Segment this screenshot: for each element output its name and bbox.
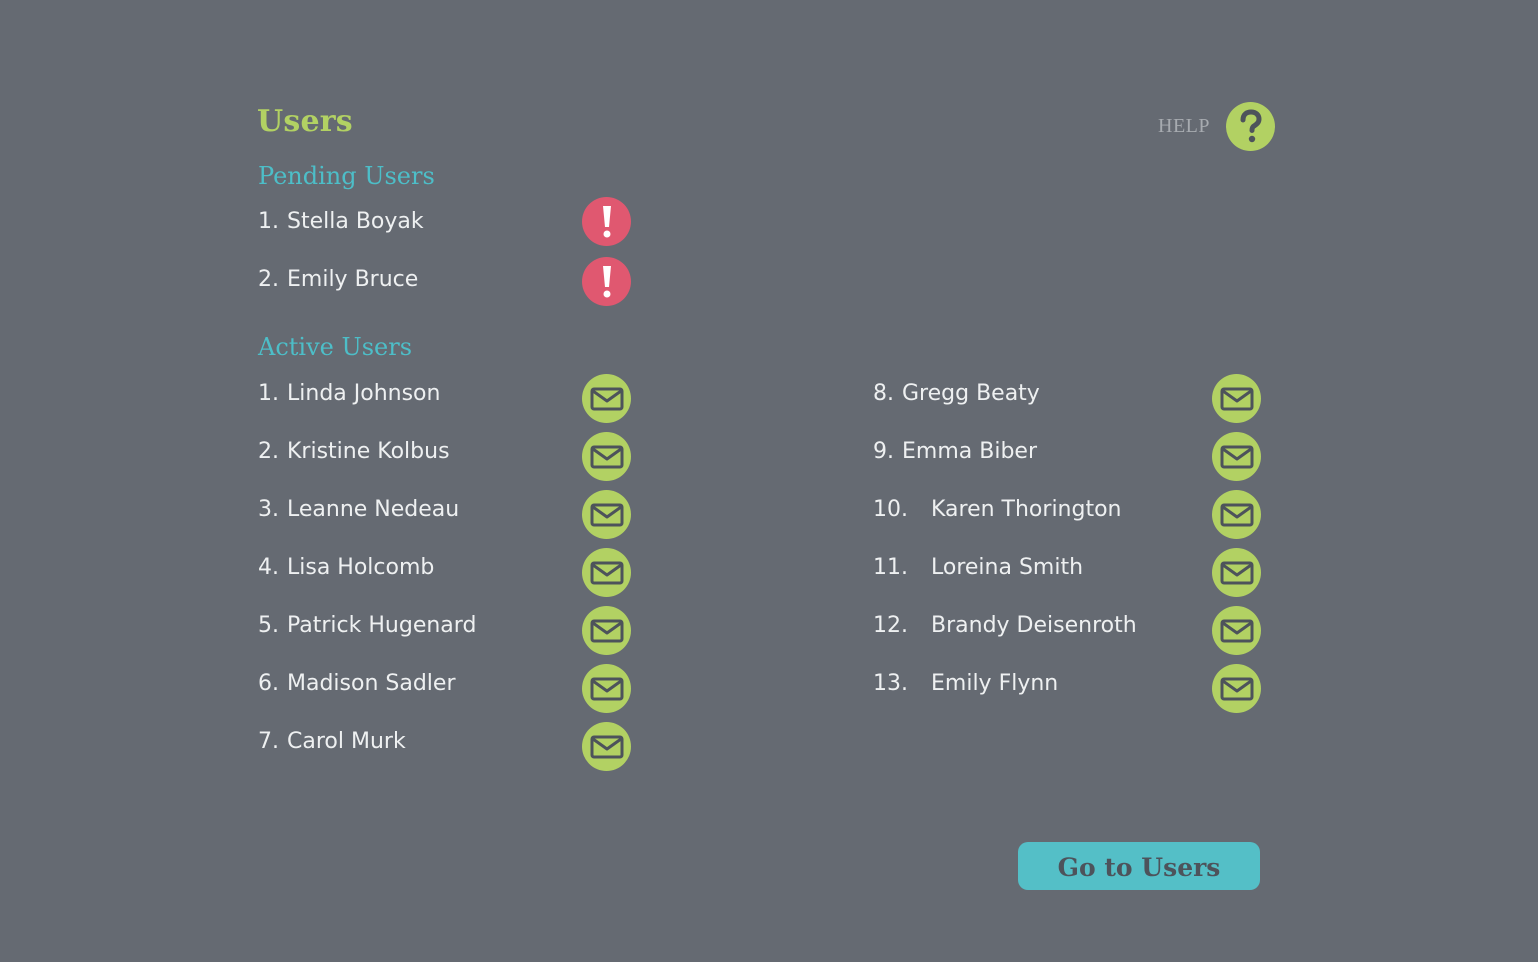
active-user-row: 12. Brandy Deisenroth: [873, 600, 1137, 650]
mail-envelope-icon[interactable]: [582, 374, 631, 423]
mail-envelope-icon[interactable]: [582, 722, 631, 771]
help-label: HELP: [1158, 115, 1210, 137]
mail-envelope-icon[interactable]: [1212, 432, 1261, 481]
active-users-heading: Active Users: [258, 333, 413, 361]
mail-envelope-icon[interactable]: [1212, 490, 1261, 539]
user-number: 4.: [258, 554, 279, 580]
mail-envelope-icon[interactable]: [1212, 664, 1261, 713]
user-name: Carol Murk: [287, 728, 406, 754]
user-number: 6.: [258, 670, 279, 696]
mail-envelope-icon[interactable]: [1212, 606, 1261, 655]
active-user-row: 8. Gregg Beaty: [873, 368, 1040, 418]
user-number: 7.: [258, 728, 279, 754]
user-number: 10.: [873, 496, 908, 522]
user-number: 2.: [258, 266, 279, 292]
user-name: Gregg Beaty: [902, 380, 1040, 406]
active-user-row: 1. Linda Johnson: [258, 368, 440, 418]
user-number: 5.: [258, 612, 279, 638]
user-number: 1.: [258, 208, 279, 234]
user-number: 9.: [873, 438, 894, 464]
user-name: Kristine Kolbus: [287, 438, 450, 464]
mail-envelope-icon[interactable]: [582, 548, 631, 597]
active-user-row: 4. Lisa Holcomb: [258, 542, 434, 592]
user-name: Brandy Deisenroth: [931, 612, 1137, 638]
active-user-row: 10. Karen Thorington: [873, 484, 1122, 534]
active-user-row: 2. Kristine Kolbus: [258, 426, 450, 476]
user-name: Lisa Holcomb: [287, 554, 435, 580]
alert-exclamation-icon[interactable]: [582, 197, 631, 246]
user-number: 3.: [258, 496, 279, 522]
user-number: 1.: [258, 380, 279, 406]
active-user-row: 5. Patrick Hugenard: [258, 600, 476, 650]
mail-envelope-icon[interactable]: [1212, 548, 1261, 597]
active-user-row: 7. Carol Murk: [258, 716, 406, 766]
active-user-row: 6. Madison Sadler: [258, 658, 456, 708]
user-name: Emily Flynn: [931, 670, 1059, 696]
help-button[interactable]: HELP: [1158, 102, 1275, 151]
user-name: Madison Sadler: [287, 670, 456, 696]
mail-envelope-icon[interactable]: [582, 490, 631, 539]
pending-users-heading: Pending Users: [258, 162, 435, 190]
mail-envelope-icon[interactable]: [582, 664, 631, 713]
pending-user-row: 1. Stella Boyak: [258, 196, 424, 246]
mail-envelope-icon[interactable]: [582, 432, 631, 481]
user-number: 11.: [873, 554, 908, 580]
question-mark-icon[interactable]: [1226, 102, 1275, 151]
user-name: Loreina Smith: [931, 554, 1084, 580]
active-user-row: 13. Emily Flynn: [873, 658, 1058, 708]
user-name: Emily Bruce: [287, 266, 419, 292]
mail-envelope-icon[interactable]: [582, 606, 631, 655]
user-number: 2.: [258, 438, 279, 464]
active-user-row: 3. Leanne Nedeau: [258, 484, 459, 534]
mail-envelope-icon[interactable]: [1212, 374, 1261, 423]
user-name: Karen Thorington: [931, 496, 1122, 522]
go-to-users-button[interactable]: Go to Users: [1018, 842, 1260, 890]
alert-exclamation-icon[interactable]: [582, 257, 631, 306]
user-name: Stella Boyak: [287, 208, 424, 234]
user-number: 13.: [873, 670, 908, 696]
active-user-row: 11. Loreina Smith: [873, 542, 1083, 592]
user-number: 8.: [873, 380, 894, 406]
active-user-row: 9. Emma Biber: [873, 426, 1037, 476]
user-number: 12.: [873, 612, 908, 638]
user-name: Emma Biber: [902, 438, 1037, 464]
pending-user-row: 2. Emily Bruce: [258, 254, 418, 304]
user-name: Leanne Nedeau: [287, 496, 460, 522]
user-name: Patrick Hugenard: [287, 612, 477, 638]
user-name: Linda Johnson: [287, 380, 441, 406]
page-title: Users: [257, 104, 353, 139]
